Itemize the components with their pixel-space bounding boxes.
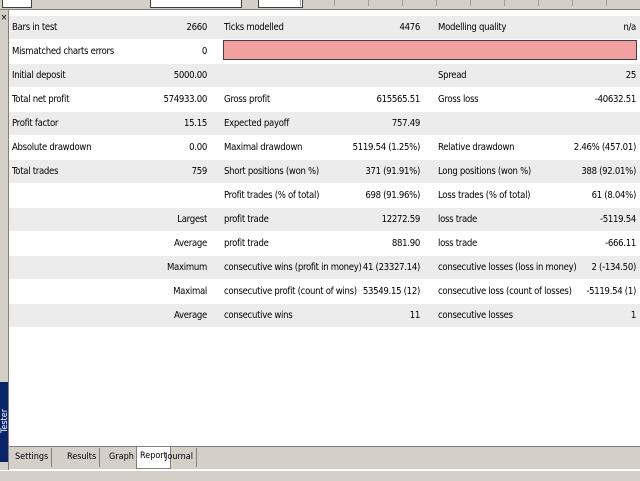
toolbar-tab[interactable] <box>368 0 404 6</box>
report-cell-value: 25 <box>625 70 636 81</box>
toolbar-field-left[interactable] <box>2 0 32 8</box>
report-cell-value: 2 (-134.50) <box>591 262 636 273</box>
report-cell-value: Average <box>174 310 207 321</box>
close-icon[interactable]: × <box>0 14 8 23</box>
tab-settings[interactable]: Settings <box>12 448 53 467</box>
report-row: Average consecutive wins 11 consecutive los… <box>9 304 640 328</box>
report-cell-value: 61 (8.04%) <box>591 190 636 201</box>
report-cell-value: 11 <box>409 310 420 321</box>
report-table: Bars in test 2660 Ticks modelled 4476 Modell… <box>9 16 640 444</box>
report-row: Absolute drawdown 0.00 Maximal drawdown 511… <box>9 136 640 160</box>
report-cell-value: 5119.54 (1.25%) <box>352 142 420 153</box>
report-cell-value: 53549.15 (12) <box>362 286 420 297</box>
toolbar-field-center[interactable] <box>150 0 242 8</box>
report-row: Maximal consecutive profit (count of wins… <box>9 280 640 304</box>
report-cell-value: 757.49 <box>391 118 420 129</box>
report-cell-value: 4476 <box>399 22 420 33</box>
report-cell-value: 2.46% (457.01) <box>573 142 636 153</box>
toolbar-tab[interactable] <box>470 0 506 6</box>
report-row: Maximum consecutive wins (profit in money… <box>9 256 640 280</box>
toolbar-strip <box>0 0 640 10</box>
report-cell-value <box>449 112 636 135</box>
report-cell-value: n/a <box>623 22 636 33</box>
report-row: Total trades 759 Short positions (won %) 37… <box>9 160 640 184</box>
report-row: Profit factor 15.15 Expected payoff 757.49 <box>9 112 640 136</box>
report-cell-value: 2660 <box>186 22 207 33</box>
toolbar-tab[interactable] <box>402 0 438 6</box>
report-row: Average profit trade 881.90 loss trade -666.… <box>9 232 640 256</box>
report-cell-value: 41 (23327.14) <box>362 262 420 273</box>
toolbar-tab[interactable] <box>334 0 370 6</box>
report-cell-value: 0.00 <box>189 142 207 153</box>
report-cell-value: 698 (91.96%) <box>365 190 420 201</box>
report-cell-value: 615565.51 <box>376 94 420 105</box>
report-row: Profit trades (% of total) 698 (91.96%) Lo… <box>9 184 640 208</box>
report-cell-value: Maximum <box>166 262 207 273</box>
report-cell-value: 759 <box>191 166 207 177</box>
tab-graph[interactable]: Graph <box>106 448 138 467</box>
report-cell-value: 12272.59 <box>381 214 420 225</box>
report-cell-value: -666.11 <box>605 238 636 249</box>
toolbar-tab[interactable] <box>300 0 336 6</box>
report-cell-value <box>249 64 420 87</box>
report-cell-value: 881.90 <box>391 238 420 249</box>
report-cell-value <box>9 184 207 207</box>
tab-journal[interactable]: Journal <box>162 448 197 467</box>
report-cell-value: 5000.00 <box>173 70 207 81</box>
report-cell-value: Largest <box>177 214 207 225</box>
report-cell-value: 15.15 <box>184 118 207 129</box>
toolbar-tab[interactable] <box>538 0 574 6</box>
toolbar-tab[interactable] <box>504 0 540 6</box>
toolbar-tab[interactable] <box>572 0 608 6</box>
report-cell-value: 388 (92.01%) <box>581 166 636 177</box>
panel-title: Tester <box>0 382 10 462</box>
report-cell-value: 0 <box>201 46 207 57</box>
report-cell-value: 574933.00 <box>163 94 207 105</box>
report-cell-value: Maximal <box>173 286 207 297</box>
tester-panel-strip: × Tester <box>0 10 10 470</box>
report-cell-value: -40632.51 <box>594 94 636 105</box>
report-cell-value: 1 <box>630 310 636 321</box>
status-bar <box>0 470 640 481</box>
report-row: Bars in test 2660 Ticks modelled 4476 Modell… <box>9 16 640 40</box>
report-cell-value: Average <box>174 238 207 249</box>
report-row: Largest profit trade 12272.59 loss trade -51… <box>9 208 640 232</box>
toolbar-tab[interactable] <box>436 0 472 6</box>
modelling-quality-bar <box>223 40 637 60</box>
report-cell-value: -5119.54 <box>599 214 636 225</box>
report-cell-value: 371 (91.91%) <box>365 166 420 177</box>
toolbar-tab[interactable] <box>606 0 640 6</box>
tab-results[interactable]: Results <box>64 448 101 467</box>
tab-bar: Settings Results Graph Report Journal <box>9 446 640 469</box>
report-row: Initial deposit 5000.00 Spread 25 <box>9 64 640 88</box>
toolbar-tab[interactable] <box>258 0 303 8</box>
report-row: Total net profit 574933.00 Gross profit 615… <box>9 88 640 112</box>
report-cell-value: -5119.54 (1) <box>586 286 636 297</box>
